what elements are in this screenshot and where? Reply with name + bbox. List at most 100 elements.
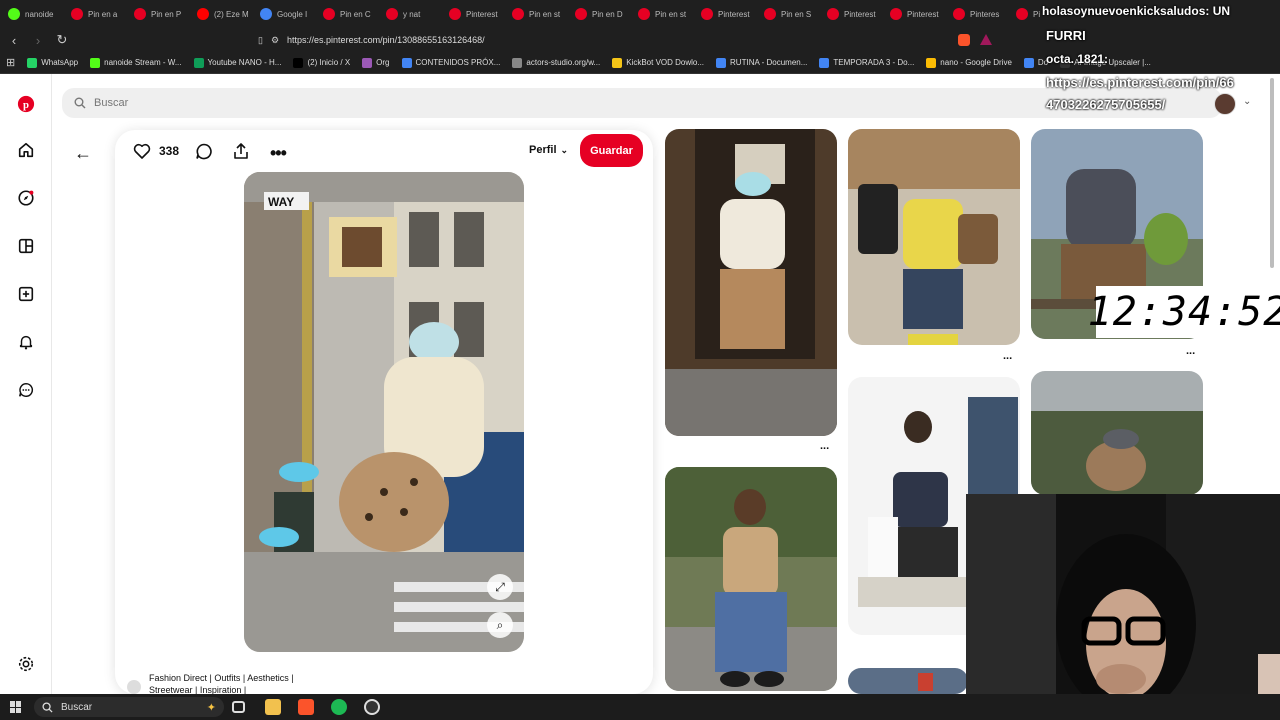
taskbar-search-label: Buscar bbox=[61, 701, 93, 713]
browser-tab[interactable]: Pin en S bbox=[756, 0, 819, 28]
tab-label: Pin en a bbox=[88, 9, 118, 19]
comment-button[interactable] bbox=[195, 143, 213, 160]
pinterest-logo-icon[interactable]: p bbox=[16, 94, 36, 114]
bookmark-icon[interactable]: ▯ bbox=[258, 35, 263, 46]
bookmark-item[interactable]: WhatsApp bbox=[21, 57, 84, 68]
browser-tab[interactable]: Pin en st bbox=[504, 0, 567, 28]
bookmark-item[interactable]: CONTENIDOS PRÓX... bbox=[396, 57, 507, 68]
create-icon[interactable] bbox=[16, 284, 36, 304]
obs-icon[interactable] bbox=[364, 699, 380, 715]
board-info[interactable]: Fashion Direct | Outfits | Aesthetics | … bbox=[127, 672, 327, 696]
browser-tab[interactable]: Pin en C bbox=[315, 0, 378, 28]
related-pin[interactable] bbox=[1031, 371, 1203, 495]
browser-tab[interactable]: y nat bbox=[378, 0, 441, 28]
tab-label: y nat bbox=[403, 9, 421, 19]
settings-gear-icon[interactable] bbox=[16, 654, 36, 674]
browser-tab[interactable]: Pinterest bbox=[882, 0, 945, 28]
browser-tab[interactable]: Pin en P bbox=[126, 0, 189, 28]
browser-tab[interactable]: nanoide bbox=[0, 0, 63, 28]
browser-tab[interactable]: Pinterest bbox=[693, 0, 756, 28]
browser-tab[interactable]: Pin en D bbox=[567, 0, 630, 28]
bookmark-item[interactable]: (2) Inicio / X bbox=[287, 57, 356, 68]
related-pin[interactable] bbox=[665, 467, 837, 691]
bookmark-label: KickBot VOD Dowlo... bbox=[626, 58, 705, 67]
like-count: 338 bbox=[159, 144, 180, 158]
pin-main-image[interactable]: WAY ⤢ ⌕ bbox=[244, 172, 524, 652]
windows-start-icon[interactable] bbox=[10, 701, 22, 713]
pinterest-icon bbox=[134, 8, 146, 20]
bookmark-item[interactable]: nanoide Stream - W... bbox=[84, 57, 187, 68]
save-button[interactable]: Guardar bbox=[580, 134, 643, 167]
browser-tab[interactable]: Pinterest bbox=[819, 0, 882, 28]
svg-text:p: p bbox=[23, 99, 29, 111]
comment-icon bbox=[196, 143, 212, 160]
share-button[interactable] bbox=[232, 142, 250, 160]
site-info-icon[interactable]: ⚙ bbox=[271, 35, 279, 46]
task-view-icon[interactable] bbox=[232, 701, 245, 713]
reload-icon[interactable]: ↻ bbox=[52, 32, 72, 48]
bookmark-item[interactable]: TEMPORADA 3 - Do... bbox=[813, 57, 920, 68]
pinterest-icon bbox=[323, 8, 335, 20]
tab-label: Pinterest bbox=[718, 9, 750, 19]
bookmark-favicon-icon bbox=[90, 57, 101, 68]
browser-tab[interactable]: Pin en st bbox=[630, 0, 693, 28]
forward-arrow-icon[interactable]: › bbox=[28, 33, 48, 48]
pin-more-options-icon[interactable]: ... bbox=[1186, 345, 1195, 357]
expand-icon[interactable]: ⤢ bbox=[487, 574, 513, 600]
search-icon bbox=[42, 701, 53, 713]
address-bar[interactable]: ▯ ⚙ https://es.pinterest.com/pin/1308865… bbox=[258, 31, 998, 49]
file-explorer-icon[interactable] bbox=[265, 699, 281, 715]
bookmark-item[interactable]: Youtube NANO - H... bbox=[188, 57, 288, 68]
profile-dropdown-label: Perfil bbox=[529, 144, 557, 156]
explore-icon[interactable] bbox=[16, 188, 36, 208]
like-button[interactable]: 338 bbox=[133, 143, 179, 159]
related-pin[interactable] bbox=[665, 129, 837, 436]
taskbar-search[interactable]: Buscar ✦ bbox=[34, 697, 224, 717]
more-options-icon[interactable]: ••• bbox=[270, 143, 287, 164]
pin-more-options-icon[interactable]: ... bbox=[820, 440, 829, 452]
bookmark-item[interactable]: Org bbox=[356, 57, 395, 68]
bookmark-item[interactable]: nano - Google Drive bbox=[920, 57, 1018, 68]
account-chevron-icon[interactable]: ⌄ bbox=[1243, 96, 1251, 107]
boards-icon[interactable] bbox=[16, 236, 36, 256]
bookmark-item[interactable]: KickBot VOD Dowlo... bbox=[606, 57, 710, 68]
board-avatar bbox=[127, 680, 141, 694]
browser-tab[interactable]: (2) Eze M bbox=[189, 0, 252, 28]
related-pin[interactable] bbox=[848, 129, 1020, 345]
notifications-bell-icon[interactable] bbox=[16, 332, 36, 352]
bookmark-favicon-icon bbox=[193, 57, 204, 68]
bookmark-item[interactable]: actors-studio.org/w... bbox=[506, 57, 606, 68]
messages-icon[interactable] bbox=[16, 380, 36, 400]
svg-text:WAY: WAY bbox=[268, 195, 294, 209]
bookmark-label: (2) Inicio / X bbox=[307, 58, 351, 67]
bookmark-favicon-icon bbox=[612, 57, 623, 68]
back-arrow-icon[interactable]: ‹ bbox=[4, 33, 24, 48]
bookmark-favicon-icon bbox=[293, 57, 304, 68]
pin-more-options-icon[interactable]: ... bbox=[1003, 350, 1012, 362]
stream-clock: 12:34:52 bbox=[1088, 286, 1280, 338]
bookmark-favicon-icon bbox=[819, 57, 830, 68]
profile-board-dropdown[interactable]: Perfil ⌄ bbox=[529, 144, 568, 156]
apps-grid-icon[interactable]: ⊞ bbox=[0, 56, 21, 69]
back-arrow-icon[interactable]: ← bbox=[74, 143, 92, 164]
tab-label: Pin en C bbox=[340, 9, 371, 19]
brave-browser-icon[interactable] bbox=[298, 699, 314, 715]
url-text[interactable]: https://es.pinterest.com/pin/13088655163… bbox=[287, 35, 485, 45]
browser-tab[interactable]: Pinteres bbox=[945, 0, 1008, 28]
related-pin[interactable] bbox=[848, 668, 968, 694]
bookmark-item[interactable]: RUTINA - Documen... bbox=[710, 57, 813, 68]
brave-shield-icon[interactable] bbox=[958, 34, 970, 46]
bookmark-label: CONTENIDOS PRÓX... bbox=[415, 58, 501, 67]
browser-tab[interactable]: Pin en a bbox=[63, 0, 126, 28]
pinterest-icon bbox=[890, 8, 902, 20]
bookmark-label: nano - Google Drive bbox=[940, 58, 1012, 67]
user-avatar[interactable] bbox=[1214, 93, 1236, 115]
pinterest-icon bbox=[1016, 8, 1028, 20]
browser-tab[interactable]: Pinterest bbox=[441, 0, 504, 28]
spotify-icon[interactable] bbox=[331, 699, 347, 715]
pinterest-icon bbox=[638, 8, 650, 20]
home-icon[interactable] bbox=[16, 140, 36, 160]
browser-tab[interactable]: Google I bbox=[252, 0, 315, 28]
brave-rewards-icon[interactable] bbox=[980, 34, 992, 45]
visual-search-icon[interactable]: ⌕ bbox=[487, 612, 513, 638]
